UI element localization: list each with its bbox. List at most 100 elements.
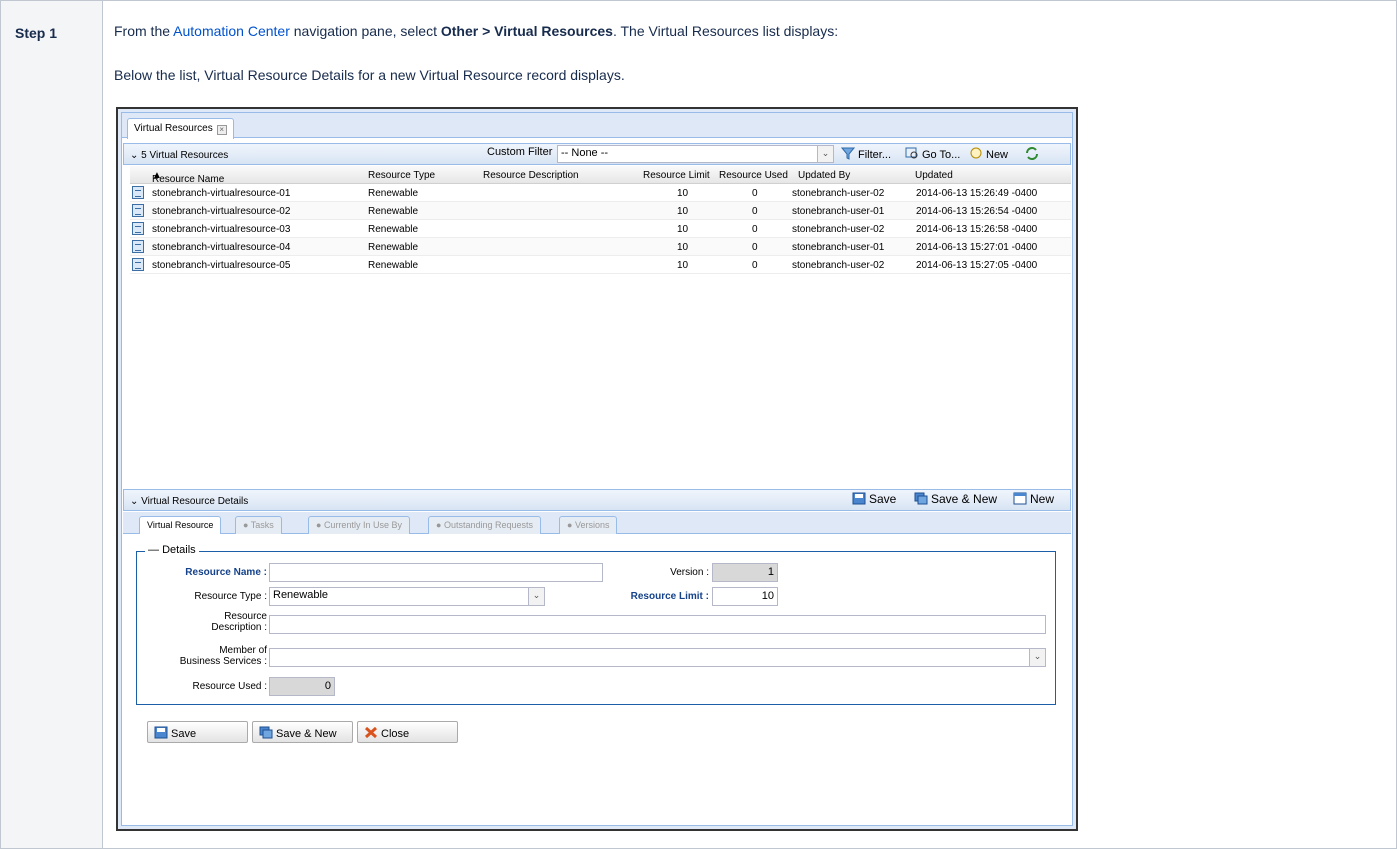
close-icon [364, 726, 378, 739]
tab-tasks[interactable]: ● Tasks [235, 516, 282, 534]
filter-button[interactable]: Filter... [841, 147, 891, 161]
col-resource-used[interactable]: Resource Used [719, 170, 788, 181]
tab-versions[interactable]: ● Versions [559, 516, 618, 534]
table-row[interactable]: stonebranch-virtualresource-03 Renewable… [130, 220, 1071, 238]
description-input[interactable] [269, 615, 1046, 634]
tab-currently-in-use-by[interactable]: ● Currently In Use By [308, 516, 410, 534]
resource-limit-input[interactable]: 10 [712, 587, 778, 606]
line1-post: . The Virtual Resources list displays: [612, 23, 839, 39]
label-line-2: Description : [211, 622, 267, 633]
cell-type: Renewable [368, 188, 419, 199]
collapse-icon[interactable]: ⌄ [130, 496, 138, 507]
resource-name-input[interactable] [269, 563, 603, 582]
header-save-button[interactable]: Save [852, 492, 896, 506]
cell-updated: 2014-06-13 15:27:05 -0400 [916, 260, 1038, 271]
resource-used-label: Resource Used : [192, 681, 267, 692]
new-record-button[interactable]: New [969, 147, 1008, 161]
close-button[interactable]: Close [357, 721, 458, 743]
label-line-1: Resource [224, 611, 267, 622]
tab-virtual-resource[interactable]: Virtual Resource [139, 516, 222, 534]
cell-type: Renewable [368, 224, 419, 235]
list-title: ⌄ 5 Virtual Resources [130, 150, 228, 161]
tab-label: Tasks [250, 520, 274, 530]
line1-bold: Other > Virtual Resources [440, 23, 613, 39]
new-icon [970, 147, 982, 159]
header-save-new-button[interactable]: Save & New [914, 492, 997, 506]
details-tabs: Virtual Resource ● Tasks ● Currently In … [123, 512, 1071, 534]
business-services-select[interactable]: ⌄ [269, 648, 1046, 667]
custom-filter-select[interactable]: -- None -- ⌄ [557, 145, 834, 163]
table-header: Resource Name ▲ Resource Type Resource D… [130, 166, 1071, 185]
custom-filter-value: -- None -- [561, 147, 609, 159]
table-row[interactable]: stonebranch-virtualresource-02 Renewable… [130, 202, 1071, 220]
refresh-button[interactable] [1025, 147, 1042, 161]
table-row[interactable]: stonebranch-virtualresource-05 Renewable… [130, 256, 1071, 274]
save-icon [154, 726, 168, 739]
step-cell: Step 1 [0, 1, 103, 849]
cell-updated-by: stonebranch-user-01 [792, 242, 885, 253]
cell-used: 0 [752, 260, 758, 271]
chevron-down-icon[interactable]: ⌄ [817, 146, 833, 162]
col-resource-name[interactable]: Resource Name ▲ [152, 170, 224, 185]
cell-updated: 2014-06-13 15:26:49 -0400 [916, 188, 1038, 199]
record-icon [132, 204, 144, 217]
fieldset-legend: — Details [145, 544, 199, 556]
resource-used-field: 0 [269, 677, 335, 696]
col-resource-limit[interactable]: Resource Limit [643, 170, 710, 181]
label-line-1: Member of [219, 645, 267, 656]
goto-button[interactable]: Go To... [905, 147, 960, 161]
label-line-2: Business Services : [179, 656, 267, 667]
line1-pre: From the [114, 23, 174, 39]
filter-icon [841, 147, 855, 160]
table-row[interactable]: stonebranch-virtualresource-04 Renewable… [130, 238, 1071, 256]
chevron-down-icon[interactable]: ⌄ [528, 588, 544, 605]
cell-used: 0 [752, 224, 758, 235]
table-row[interactable]: stonebranch-virtualresource-01 Renewable… [130, 184, 1071, 202]
cell-updated-by: stonebranch-user-02 [792, 260, 885, 271]
cell-limit: 10 [677, 188, 689, 199]
col-resource-type[interactable]: Resource Type [368, 170, 435, 181]
save-new-button[interactable]: Save & New [252, 721, 353, 743]
resource-name-label: Resource Name : [185, 567, 267, 578]
cell-name: stonebranch-virtualresource-02 [152, 206, 291, 217]
cell-used: 0 [752, 206, 758, 217]
cell-type: Renewable [368, 260, 419, 271]
cell-type: Renewable [368, 206, 419, 217]
cell-updated: 2014-06-13 15:26:58 -0400 [916, 224, 1038, 235]
save-button[interactable]: Save [147, 721, 248, 743]
cell-used: 0 [752, 242, 758, 253]
business-services-label: Member of Business Services : [147, 645, 267, 667]
instruction-line-2: Below the list, Virtual Resource Details… [114, 67, 625, 83]
save-new-label: Save & New [931, 492, 998, 506]
close-icon[interactable]: × [216, 125, 227, 135]
step-label: Step 1 [15, 25, 58, 41]
cell-name: stonebranch-virtualresource-03 [152, 224, 291, 235]
record-icon [132, 186, 144, 199]
automation-center-link[interactable]: Automation Center [173, 23, 290, 39]
col-resource-description[interactable]: Resource Description [483, 170, 579, 181]
tab-label: Virtual Resources [134, 123, 213, 134]
button-label: Save & New [276, 728, 337, 740]
cell-updated-by: stonebranch-user-02 [792, 224, 885, 235]
header-new-button[interactable]: New [1013, 492, 1054, 506]
list-header: ⌄ 5 Virtual Resources Custom Filter -- N… [123, 143, 1071, 165]
goto-label: Go To... [922, 149, 961, 161]
cell-limit: 10 [677, 224, 689, 235]
resource-type-select[interactable]: Renewable ⌄ [269, 587, 545, 606]
col-updated[interactable]: Updated [915, 170, 953, 181]
cell-name: stonebranch-virtualresource-04 [152, 242, 291, 253]
save-label: Save [869, 492, 897, 506]
new-label: New [986, 149, 1009, 161]
cell-updated: 2014-06-13 15:26:54 -0400 [916, 206, 1038, 217]
save-icon [852, 492, 866, 505]
line1-mid: navigation pane, select [289, 23, 441, 39]
tab-virtual-resources[interactable]: Virtual Resources × [127, 118, 234, 139]
cell-limit: 10 [677, 206, 689, 217]
col-updated-by[interactable]: Updated By [798, 170, 850, 181]
tab-outstanding-requests[interactable]: ● Outstanding Requests [428, 516, 541, 534]
instruction-line-1: From the Automation Center navigation pa… [114, 23, 838, 39]
tab-label: Versions [574, 520, 610, 530]
cell-name: stonebranch-virtualresource-05 [152, 260, 291, 271]
chevron-down-icon[interactable]: ⌄ [1029, 649, 1045, 666]
collapse-icon[interactable]: ⌄ [130, 150, 138, 161]
